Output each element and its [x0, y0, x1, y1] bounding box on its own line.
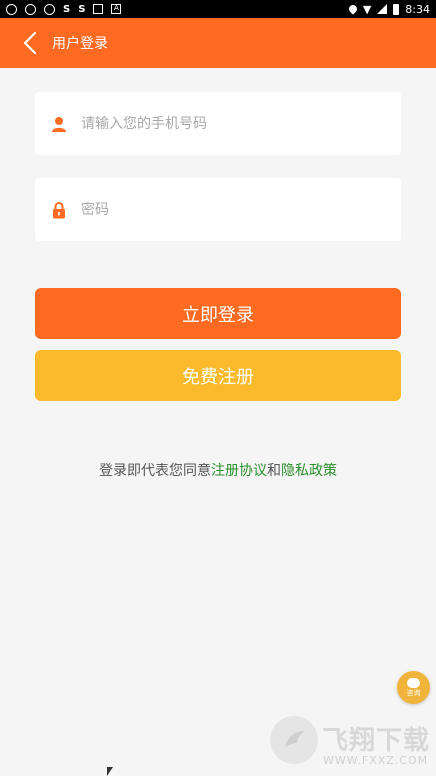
watermark-title: 飞翔下载 [322, 726, 431, 756]
battery-icon [393, 3, 400, 15]
lock-icon [49, 200, 69, 220]
chat-icon [407, 678, 420, 688]
agreement-joiner: 和 [267, 463, 281, 479]
location-icon [347, 3, 359, 15]
notification-icon: S [78, 3, 86, 15]
signal-icon [377, 4, 388, 14]
notification-icon [44, 3, 55, 15]
chevron-left-icon [23, 31, 37, 55]
consult-label: 咨询 [406, 689, 421, 697]
notification-icon: S [63, 3, 71, 15]
watermark-logo [270, 716, 318, 764]
login-button[interactable]: 立即登录 [35, 288, 401, 339]
back-button[interactable] [10, 18, 50, 68]
status-time: 8:34 [405, 2, 430, 16]
notification-icon: A [111, 4, 122, 14]
pointer-cursor [107, 767, 113, 776]
notification-icon [6, 3, 17, 15]
watermark-wing-icon [285, 731, 305, 747]
wifi-icon: ▼ [362, 2, 372, 16]
status-notification-icons: S S A [6, 3, 122, 15]
agreement-text: 登录即代表您同意注册协议和隐私政策 [0, 460, 436, 480]
notification-icon [25, 3, 36, 15]
user-icon [49, 114, 69, 134]
page-title: 用户登录 [52, 36, 108, 52]
password-input[interactable] [79, 200, 383, 219]
status-system-icons: ▼ 8:34 [347, 2, 430, 16]
status-bar: S S A ▼ 8:34 [0, 0, 436, 18]
privacy-link[interactable]: 隐私政策 [281, 463, 337, 479]
password-field[interactable] [35, 178, 401, 241]
terms-link[interactable]: 注册协议 [211, 463, 267, 479]
watermark-subtitle: WWW.FXXZ.COM [323, 754, 429, 767]
app-bar: 用户登录 [0, 18, 436, 68]
notification-icon [93, 4, 104, 14]
consult-button[interactable]: 咨询 [397, 671, 430, 704]
phone-field[interactable] [35, 92, 401, 155]
register-button[interactable]: 免费注册 [35, 350, 401, 401]
phone-input[interactable] [79, 114, 383, 133]
agreement-prefix: 登录即代表您同意 [99, 463, 211, 479]
